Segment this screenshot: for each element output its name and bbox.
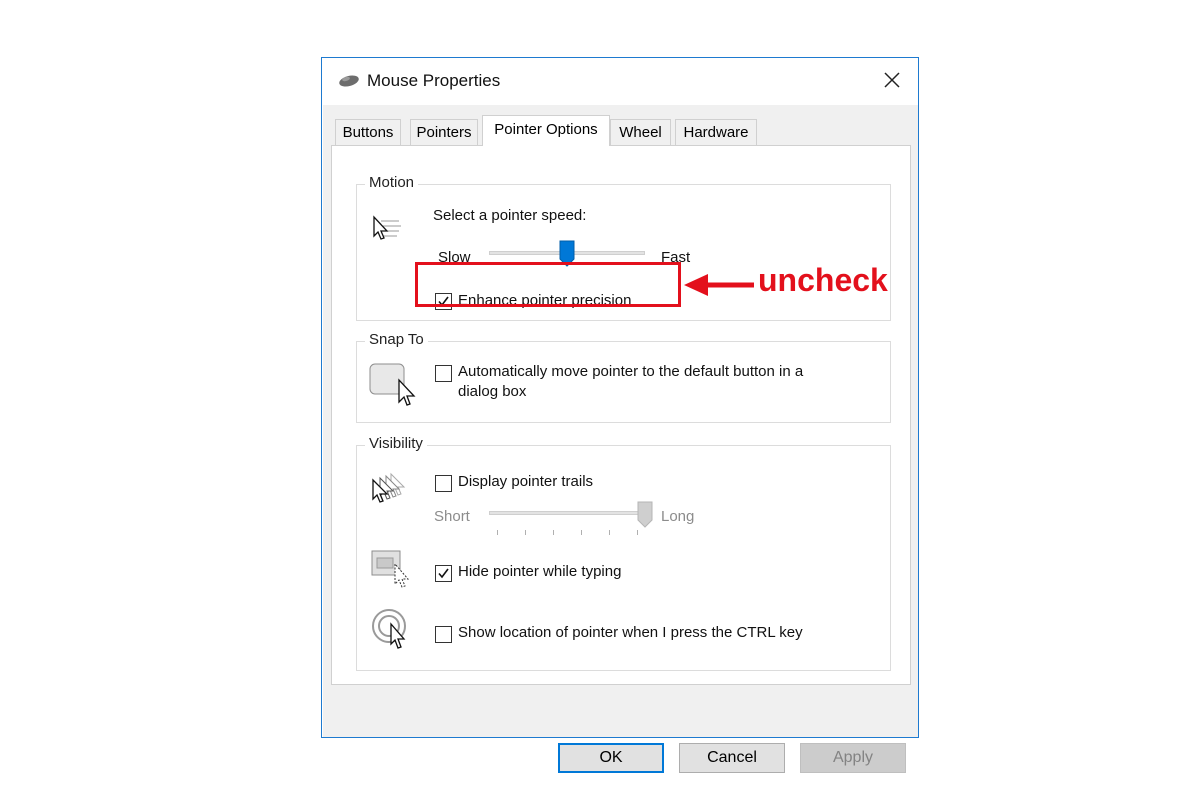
hide-pointer-icon	[371, 550, 413, 597]
apply-button: Apply	[800, 743, 906, 773]
pointer-trails-label[interactable]: Display pointer trails	[458, 473, 593, 490]
window-title: Mouse Properties	[367, 71, 501, 90]
trails-tick	[553, 530, 554, 535]
pointer-trails-checkbox[interactable]	[435, 475, 452, 492]
snap-to-checkbox[interactable]	[435, 365, 452, 382]
snap-to-label-line2[interactable]: dialog box	[458, 383, 526, 400]
annotation-label: uncheck	[758, 262, 888, 298]
hide-pointer-checkbox[interactable]	[435, 565, 452, 582]
snap-to-label-line1[interactable]: Automatically move pointer to the defaul…	[458, 363, 803, 380]
pointer-options-panel: Motion Select a pointer speed: Slow Fast	[331, 145, 911, 685]
trails-tick	[637, 530, 638, 535]
trails-tick	[609, 530, 610, 535]
pointer-speed-icon	[371, 215, 405, 250]
trails-tick	[497, 530, 498, 535]
snap-to-group: Snap To Automatically move pointer to th…	[356, 331, 891, 423]
pointer-trails-slider-thumb	[637, 501, 653, 533]
annotation-highlight-box	[415, 262, 681, 307]
snap-to-icon	[369, 362, 419, 413]
tab-buttons[interactable]: Buttons	[335, 119, 401, 145]
trails-tick	[525, 530, 526, 535]
dialog-body: Buttons Pointers Pointer Options Wheel H…	[323, 105, 918, 773]
close-icon	[884, 72, 900, 88]
mouse-icon	[338, 73, 360, 94]
long-label: Long	[661, 508, 695, 525]
pointer-trails-track	[489, 511, 645, 515]
show-location-label[interactable]: Show location of pointer when I press th…	[458, 624, 803, 641]
annotation-arrow-icon	[682, 271, 756, 304]
visibility-group: Visibility Display pointer trails Short	[356, 435, 891, 671]
short-label: Short	[434, 508, 470, 525]
pointer-trails-icon	[371, 472, 411, 513]
hide-pointer-label[interactable]: Hide pointer while typing	[458, 563, 621, 580]
pointer-location-icon	[371, 608, 413, 659]
close-button[interactable]	[870, 62, 914, 98]
snap-to-group-title: Snap To	[365, 331, 428, 348]
tab-pointers[interactable]: Pointers	[410, 119, 478, 145]
tab-hardware[interactable]: Hardware	[675, 119, 757, 145]
checkmark-icon	[438, 568, 449, 579]
motion-group-title: Motion	[365, 174, 419, 191]
title-bar[interactable]: Mouse Properties	[322, 58, 918, 104]
trails-tick	[581, 530, 582, 535]
cancel-button[interactable]: Cancel	[679, 743, 785, 773]
pointer-speed-label: Select a pointer speed:	[433, 207, 587, 224]
mouse-properties-window: Mouse Properties Buttons Pointers Pointe…	[321, 57, 919, 773]
ok-button[interactable]: OK	[558, 743, 664, 773]
visibility-group-title: Visibility	[365, 435, 427, 452]
tab-pointer-options[interactable]: Pointer Options	[482, 115, 610, 146]
tab-wheel[interactable]: Wheel	[610, 119, 671, 145]
show-location-checkbox[interactable]	[435, 626, 452, 643]
